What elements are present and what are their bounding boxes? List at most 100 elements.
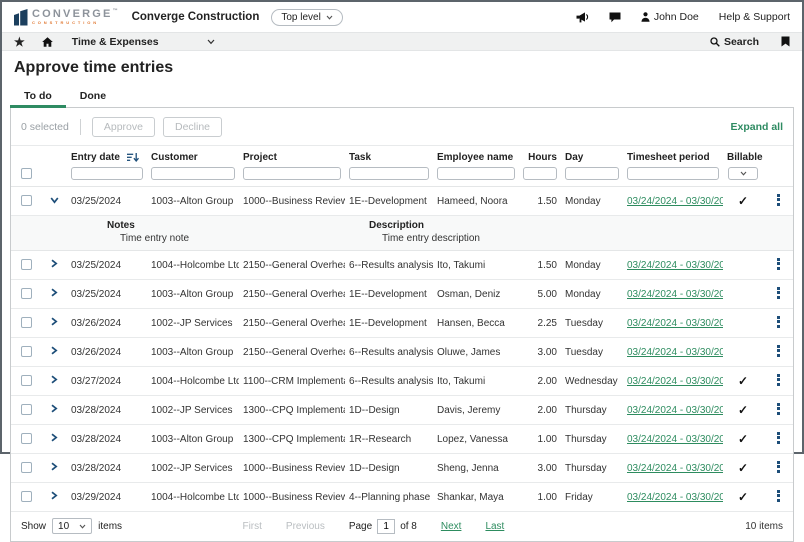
nav-menu-time-expenses[interactable]: Time & Expenses [72,36,159,48]
tab-done[interactable]: Done [66,85,120,107]
filter-hours-input[interactable] [523,167,557,180]
nav-menu-chevron-icon[interactable] [207,39,215,45]
selection-toolbar: 0 selected Approve Decline Expand all [11,108,793,145]
chat-icon[interactable] [609,12,621,23]
approve-button[interactable]: Approve [92,117,155,137]
nav-menu-label: Time & Expenses [72,36,159,48]
row-checkbox[interactable] [21,375,32,386]
filter-task-input[interactable] [349,167,429,180]
row-menu-icon[interactable] [773,284,784,301]
cell-entry-date: 03/26/2024 [67,338,147,367]
billable-check-icon: ✓ [738,194,748,208]
row-checkbox[interactable] [21,346,32,357]
row-checkbox[interactable] [21,317,32,328]
timesheet-period-link[interactable]: 03/24/2024 - 03/30/2024 [627,347,723,358]
user-menu[interactable]: John Doe [641,11,699,23]
row-checkbox[interactable] [21,259,32,270]
timesheet-period-link[interactable]: 03/24/2024 - 03/30/2024 [627,492,723,503]
timesheet-period-link[interactable]: 03/24/2024 - 03/30/2024 [627,196,723,207]
row-menu-icon[interactable] [773,313,784,330]
row-menu-icon[interactable] [773,371,784,388]
filter-employee-input[interactable] [437,167,515,180]
cell-hours: 2.25 [519,309,561,338]
page-number-input[interactable] [377,519,395,534]
expand-row-icon[interactable] [50,288,58,297]
cell-project: 2150--General Overhead [239,280,345,309]
cell-entry-date: 03/27/2024 [67,367,147,396]
expand-row-icon[interactable] [50,491,58,500]
timesheet-period-link[interactable]: 03/24/2024 - 03/30/2024 [627,434,723,445]
row-checkbox[interactable] [21,462,32,473]
expand-row-icon[interactable] [50,317,58,326]
row-menu-icon[interactable] [773,487,784,504]
help-support-link[interactable]: Help & Support [719,11,790,23]
row-menu-icon[interactable] [773,255,784,272]
filter-customer-input[interactable] [151,167,235,180]
cell-day: Friday [561,483,623,512]
cell-project: 2150--General Overhead [239,338,345,367]
cell-task: 6--Results analysis [345,251,433,280]
cell-day: Monday [561,280,623,309]
row-menu-icon[interactable] [773,429,784,446]
timesheet-period-link[interactable]: 03/24/2024 - 03/30/2024 [627,318,723,329]
scope-selector[interactable]: Top level [271,9,342,26]
expand-row-icon[interactable] [50,375,58,384]
cell-task: 1E--Development [345,280,433,309]
filter-project-input[interactable] [243,167,341,180]
page-size-select[interactable]: 10 [52,518,92,534]
expand-row-icon[interactable] [50,433,58,442]
bookmark-icon[interactable] [781,36,790,47]
row-checkbox[interactable] [21,404,32,415]
expand-row-icon[interactable] [50,404,58,413]
total-items-count: 10 items [745,521,783,532]
home-icon[interactable] [42,37,53,47]
expand-row-icon[interactable] [50,346,58,355]
first-page-link[interactable]: First [242,521,261,532]
cell-customer: 1002--JP Services [147,309,239,338]
sort-descending-icon[interactable] [127,153,139,163]
col-hours: Hours [519,146,561,166]
filter-billable-select[interactable] [728,167,758,180]
select-all-checkbox[interactable] [21,168,32,179]
previous-page-link[interactable]: Previous [286,521,325,532]
announcements-icon[interactable] [576,12,589,23]
tab-todo[interactable]: To do [10,85,66,107]
decline-button[interactable]: Decline [163,117,222,137]
row-checkbox[interactable] [21,491,32,502]
expand-row-icon[interactable] [50,462,58,471]
filter-entry-date-input[interactable] [71,167,143,180]
user-name: John Doe [654,11,699,23]
filter-period-input[interactable] [627,167,719,180]
company-name: Converge Construction [132,11,260,23]
next-page-link[interactable]: Next [441,521,462,532]
expand-all-link[interactable]: Expand all [730,121,783,133]
filter-day-input[interactable] [565,167,619,180]
table-row: 03/26/20241002--JP Services2150--General… [11,309,793,338]
pagination-bar: Show 10 items First Previous Page of 8 N… [11,512,793,541]
timesheet-period-link[interactable]: 03/24/2024 - 03/30/2024 [627,289,723,300]
description-value: Time entry description [369,233,480,244]
timesheet-period-link[interactable]: 03/24/2024 - 03/30/2024 [627,260,723,271]
cell-entry-date: 03/26/2024 [67,309,147,338]
row-checkbox[interactable] [21,433,32,444]
show-label: Show [21,521,46,532]
timesheet-period-link[interactable]: 03/24/2024 - 03/30/2024 [627,463,723,474]
cell-task: 1D--Design [345,454,433,483]
expand-row-icon[interactable] [50,259,58,268]
col-task: Task [345,146,433,166]
search-button[interactable]: Search [710,36,759,48]
row-menu-icon[interactable] [773,191,784,208]
timesheet-period-link[interactable]: 03/24/2024 - 03/30/2024 [627,405,723,416]
row-menu-icon[interactable] [773,400,784,417]
cell-day: Wednesday [561,367,623,396]
favorites-star-icon[interactable]: ★ [14,36,25,48]
timesheet-period-link[interactable]: 03/24/2024 - 03/30/2024 [627,376,723,387]
collapse-row-icon[interactable] [50,196,59,204]
last-page-link[interactable]: Last [485,521,504,532]
row-menu-icon[interactable] [773,458,784,475]
row-checkbox[interactable] [21,195,32,206]
cell-customer: 1002--JP Services [147,454,239,483]
row-checkbox[interactable] [21,288,32,299]
row-menu-icon[interactable] [773,342,784,359]
cell-task: 1E--Development [345,309,433,338]
